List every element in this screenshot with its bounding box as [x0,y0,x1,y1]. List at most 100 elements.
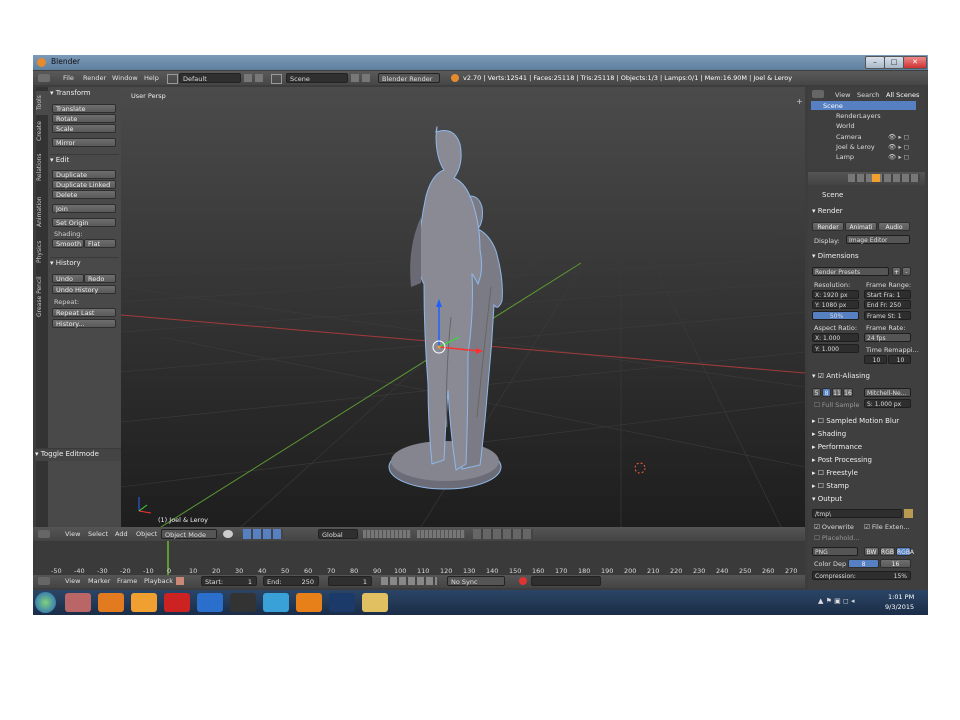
edit-panel-header[interactable]: ▾ Edit [50,154,119,167]
outliner-item-lamp[interactable]: Lamp [836,153,854,161]
taskbar-app-icon[interactable] [65,593,91,612]
layers-icons[interactable] [363,530,411,538]
sync-mode-dropdown[interactable]: No Sync [447,576,505,586]
motion-blur-panel-header[interactable]: ▸ ☐ Sampled Motion Blur [812,417,899,425]
add-scene-icon[interactable] [351,74,359,82]
close-button[interactable]: ✕ [903,56,927,69]
outliner-item-scene[interactable]: Scene [811,101,916,110]
full-sample-checkbox[interactable]: ☐ Full Sample [814,401,859,409]
set-origin-dropdown[interactable]: Set Origin [52,218,116,227]
render-context-icon[interactable] [872,174,880,182]
tab-create[interactable]: Create [36,117,48,145]
media-app-icon[interactable] [164,593,190,612]
color-rgba-button[interactable]: RGBA [896,547,914,556]
duplicate-button[interactable]: Duplicate [52,170,116,179]
compression-slider[interactable]: Compression: 15% [812,571,911,580]
viewport-editor-icon[interactable] [38,530,50,538]
render-button[interactable]: Render [812,222,844,231]
output-path-field[interactable]: /tmp\ [812,509,902,518]
rotate-button[interactable]: Rotate [52,114,116,123]
snap-tools[interactable] [473,529,533,539]
resolution-x-field[interactable]: X: 1920 px [812,290,859,299]
translate-button[interactable]: Translate [52,104,116,113]
context-icons[interactable] [848,174,920,182]
smooth-button[interactable]: Smooth [52,239,84,248]
tab-physics[interactable]: Physics [36,237,48,267]
frame-step-field[interactable]: Frame St: 1 [864,311,911,320]
aa-samples-16[interactable]: 16 [843,388,853,397]
remove-layout-icon[interactable] [255,74,263,82]
editor-type-icon[interactable] [38,74,50,82]
display-dropdown[interactable]: Image Editor [846,235,910,244]
join-button[interactable]: Join [52,204,116,213]
photoshop-icon[interactable] [329,593,355,612]
aa-samples-8[interactable]: 8 [822,388,831,397]
viewport-add-menu[interactable]: Add [115,530,128,538]
outliner-type-icon[interactable] [812,90,824,98]
vlc-icon[interactable] [296,593,322,612]
timeline-marker-menu[interactable]: Marker [88,577,110,585]
start-button-icon[interactable] [35,592,56,613]
properties-tabs[interactable] [808,172,925,185]
add-preset-button[interactable]: + [892,267,901,276]
remove-scene-icon[interactable] [362,74,370,82]
shading-mode-icon[interactable] [223,530,233,538]
blender-taskbar-icon[interactable] [131,593,157,612]
layers-icons-2[interactable] [417,530,465,538]
viewport-select-menu[interactable]: Select [88,530,108,538]
file-extensions-checkbox[interactable]: ☑ File Exten... [864,523,910,531]
aa-samples-5[interactable]: 5 [812,388,821,397]
duplicate-linked-button[interactable]: Duplicate Linked [52,180,116,189]
aspect-y-field[interactable]: Y: 1.000 [812,344,859,353]
record-icon[interactable] [519,577,527,585]
timeline-frame-menu[interactable]: Frame [117,577,137,585]
plus-icon[interactable]: + [796,97,803,106]
add-layout-icon[interactable] [244,74,252,82]
time-remap-old-field[interactable]: 10 [864,355,887,364]
current-frame-input[interactable]: 1 [328,576,372,586]
minimize-button[interactable]: – [865,56,885,69]
preview-range-icon[interactable] [176,577,184,585]
stamp-panel-header[interactable]: ▸ ☐ Stamp [812,482,849,490]
visibility-icons-camera[interactable]: 👁 ▸ ◻ [888,133,909,141]
outliner-search-menu[interactable]: Search [857,91,879,99]
visibility-icons-lamp[interactable]: 👁 ▸ ◻ [888,153,909,161]
anti-aliasing-panel-header[interactable]: ▾ ☑ Anti-Aliasing [812,372,870,380]
aspect-x-field[interactable]: X: 1.000 [812,333,859,342]
timeline-view-menu[interactable]: View [65,577,80,585]
animation-button[interactable]: Animati [845,222,877,231]
outliner-item-joel-leroy[interactable]: Joel & Leroy [836,143,875,151]
end-frame-input[interactable]: End: 250 [263,576,319,586]
aa-size-field[interactable]: S: 1.000 px [864,399,911,408]
audio-button[interactable]: Audio [878,222,910,231]
power-app-icon[interactable] [197,593,223,612]
layout-selector[interactable]: Default [179,73,241,83]
outliner-item-camera[interactable]: Camera [836,133,862,141]
placeholders-checkbox[interactable]: ☐ Placehold... [814,534,859,542]
menu-help[interactable]: Help [144,74,159,82]
delete-button[interactable]: Delete [52,190,116,199]
viewport-view-menu[interactable]: View [65,530,80,538]
tab-grease-pencil[interactable]: Grease Pencil [36,269,48,325]
maximize-button[interactable]: □ [884,56,904,69]
time-remap-new-field[interactable]: 10 [888,355,911,364]
flat-button[interactable]: Flat [84,239,116,248]
3d-cursor[interactable] [633,461,647,475]
color-depth-8[interactable]: 8 [848,559,879,568]
file-format-dropdown[interactable]: PNG [812,547,858,556]
tab-tools[interactable]: Tools [36,91,48,115]
performance-panel-header[interactable]: ▸ Performance [812,443,862,451]
start-frame-input[interactable]: Start: 1 [201,576,257,586]
file-explorer-icon[interactable] [362,593,388,612]
transform-panel-header[interactable]: ▾ Transform [50,89,119,100]
undo-button[interactable]: Undo [52,274,84,283]
shading-panel-header[interactable]: ▸ Shading [812,430,846,438]
menu-render[interactable]: Render [83,74,106,82]
tab-animation[interactable]: Animation [36,189,48,235]
undo-history-button[interactable]: Undo History [52,285,116,294]
keying-set-field[interactable] [531,576,601,586]
freestyle-panel-header[interactable]: ▸ ☐ Freestyle [812,469,858,477]
interaction-mode-dropdown[interactable]: Object Mode [161,529,217,539]
dimensions-panel-header[interactable]: ▾ Dimensions [812,252,859,260]
manipulator-icons[interactable] [243,529,283,539]
